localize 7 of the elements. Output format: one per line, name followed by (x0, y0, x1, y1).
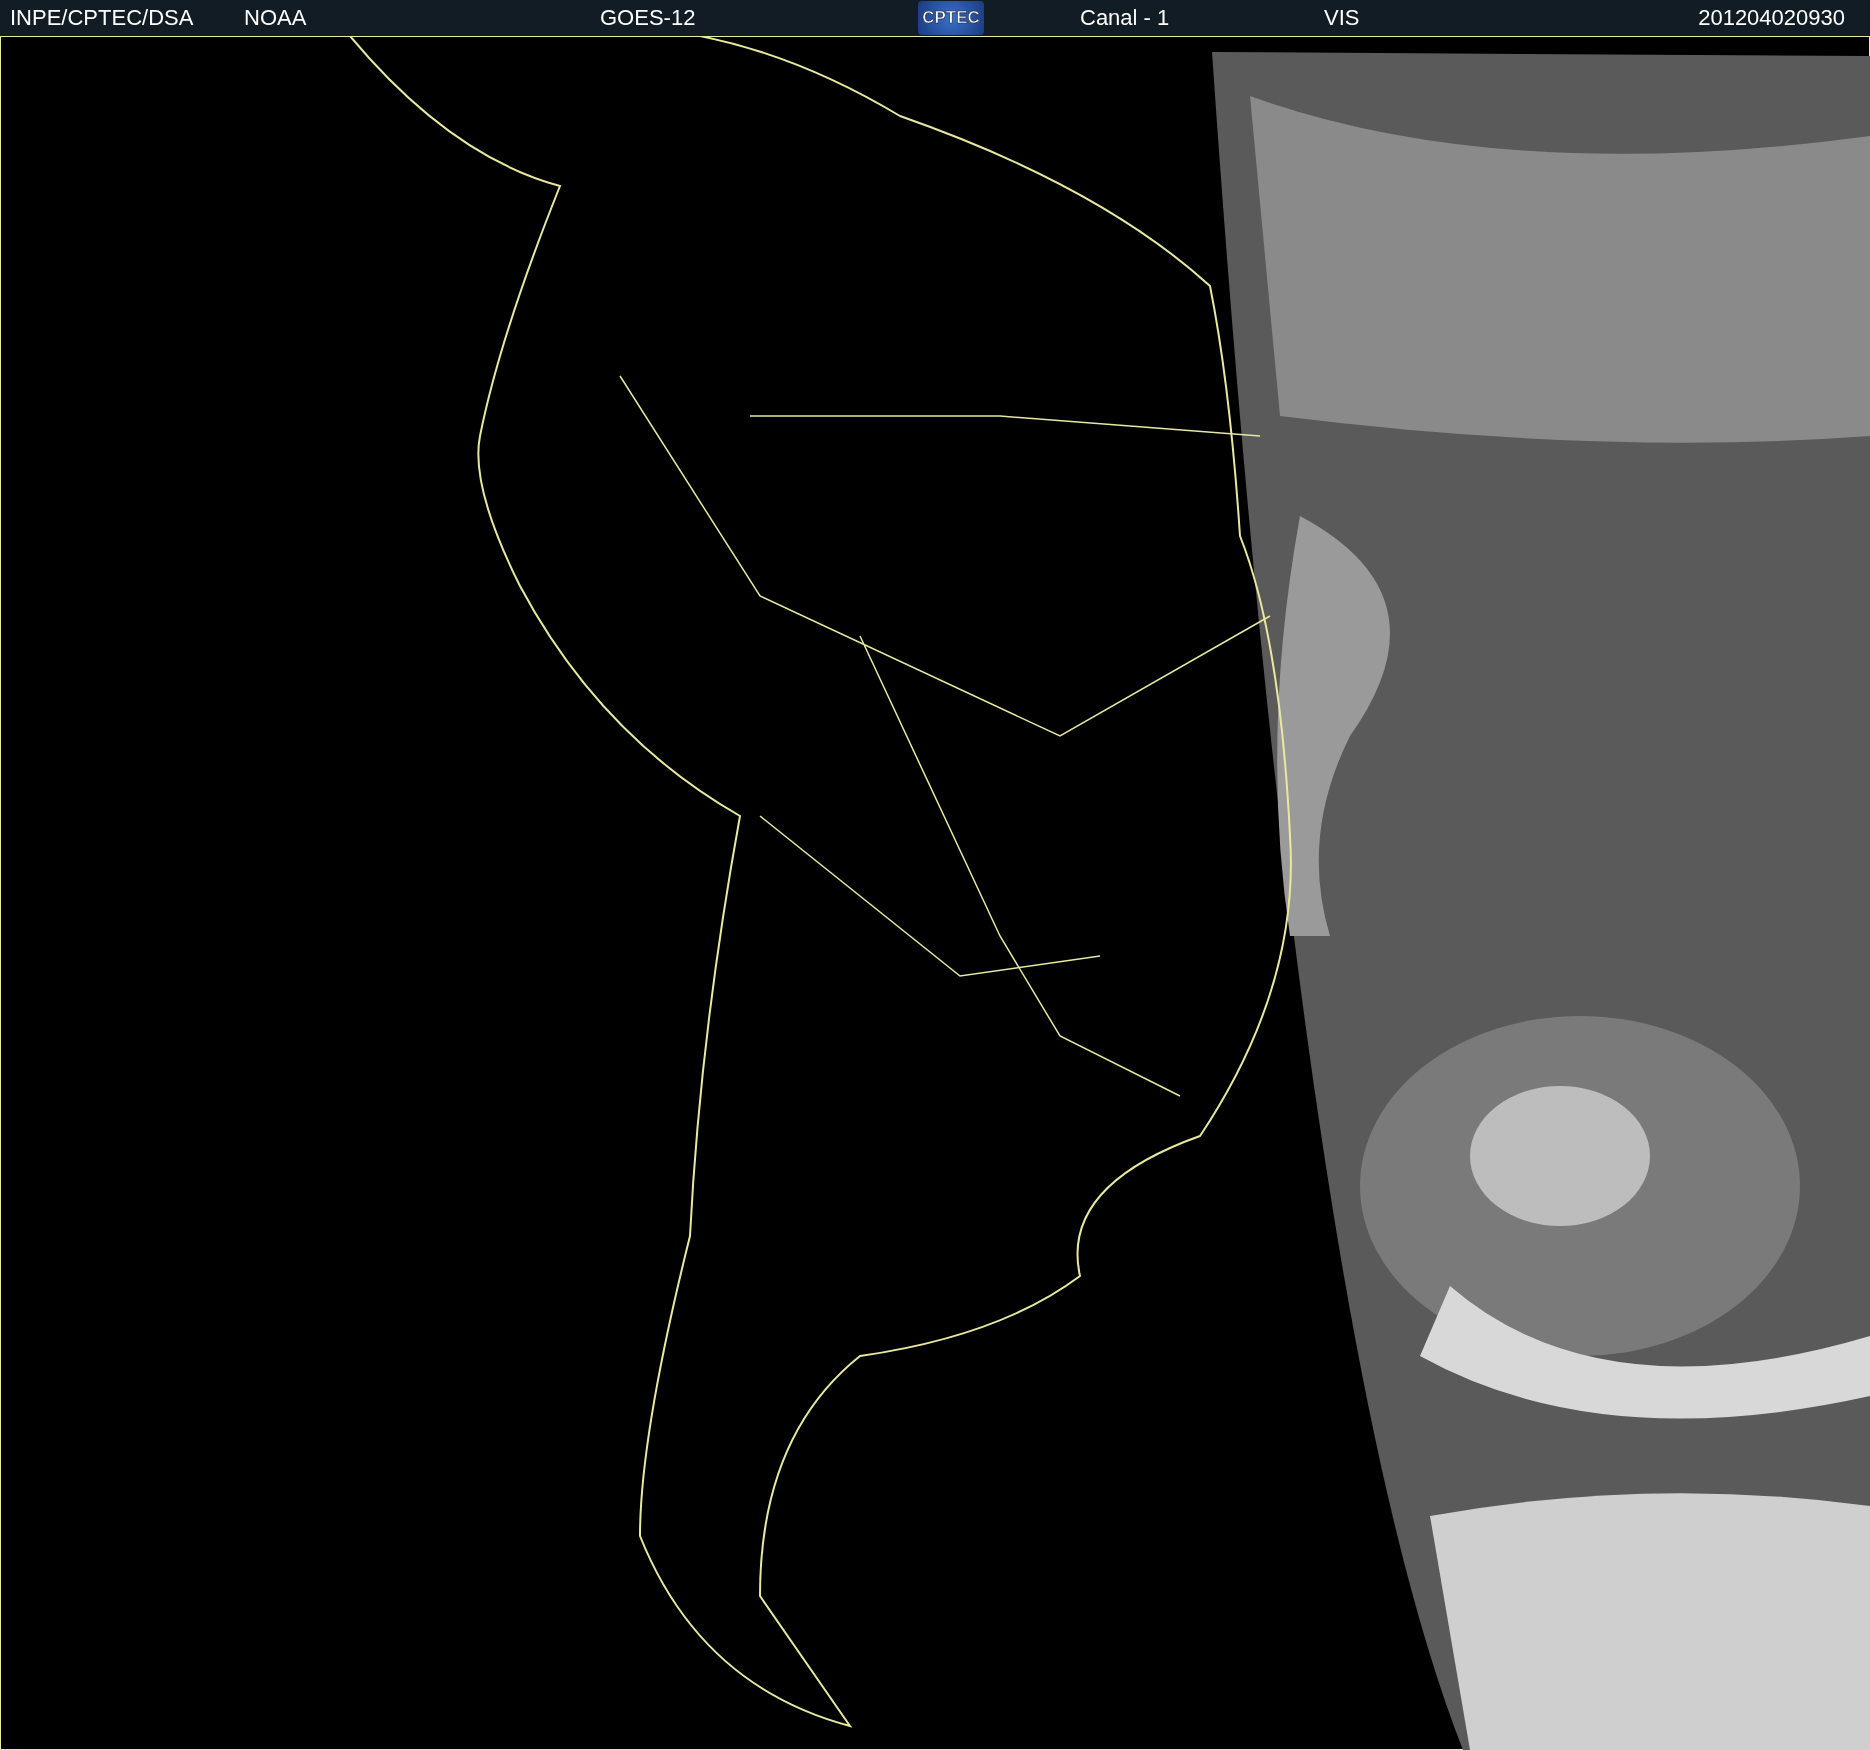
logo: CPTEC (918, 1, 984, 35)
timestamp-label: 201204020930 (1698, 5, 1845, 31)
channel-label: Canal - 1 (1080, 5, 1171, 31)
satellite-label: GOES-12 (600, 5, 697, 31)
source-label: NOAA (244, 5, 308, 31)
agency-label: INPE/CPTEC/DSA (10, 5, 195, 31)
band-label: VIS (1324, 5, 1361, 31)
